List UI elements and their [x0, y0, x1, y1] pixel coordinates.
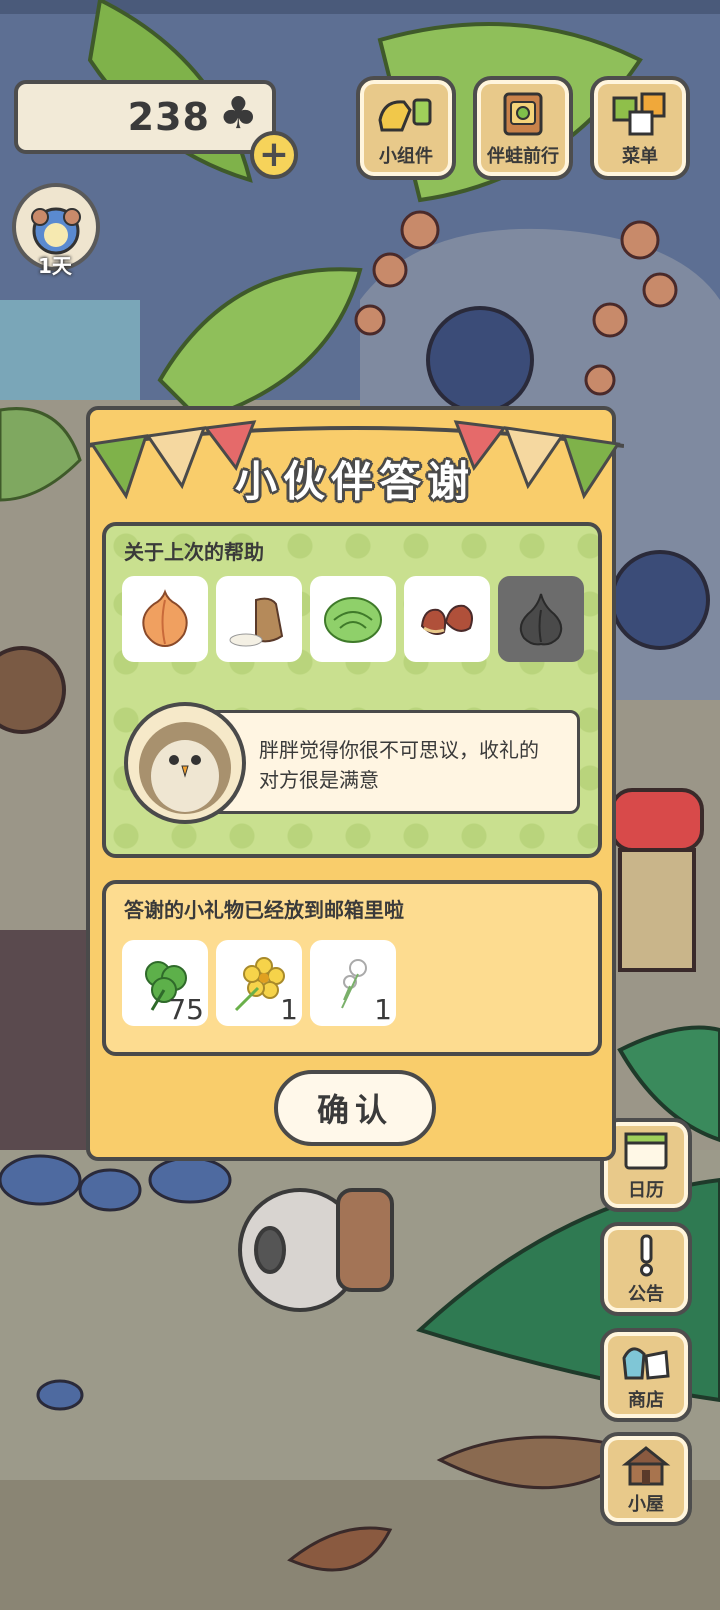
- shop-button[interactable]: 商店: [600, 1328, 692, 1422]
- rice-sack-icon: [229, 597, 284, 647]
- gift-item-clover[interactable]: 75: [122, 940, 208, 1026]
- widget-label: 小组件: [379, 146, 433, 167]
- frog-journey-button[interactable]: 伴蛙前行: [473, 76, 573, 180]
- widget-icon: [378, 98, 432, 132]
- shop-icon: [622, 1347, 670, 1380]
- house-icon: [621, 1446, 671, 1486]
- calendar-icon: [624, 1132, 668, 1170]
- help-item-garlic[interactable]: [498, 576, 584, 662]
- menu-label: 菜单: [622, 146, 658, 167]
- chestnut-icon: [420, 604, 473, 635]
- gift-panel: 答谢的小礼物已经放到邮箱里啦 75 1 1: [102, 880, 602, 1056]
- gift-item-yellow-flower[interactable]: 1: [216, 940, 302, 1026]
- owl-icon: [139, 722, 231, 814]
- clover-count: 238: [127, 95, 210, 139]
- gift-heading: 答谢的小礼物已经放到邮箱里啦: [124, 898, 404, 922]
- help-panel: 关于上次的帮助 胖胖觉得你很不可思议，收礼的 对方很是满意: [102, 522, 602, 858]
- shop-label: 商店: [628, 1390, 664, 1411]
- gift-row: 75 1 1: [122, 940, 396, 1026]
- widget-button[interactable]: 小组件: [356, 76, 456, 180]
- help-item-chestnut[interactable]: [404, 576, 490, 662]
- dialog-title: 小伙伴答谢: [234, 457, 475, 506]
- gift-qty-yellow-flower: 1: [280, 993, 298, 1026]
- speaker-portrait: [124, 702, 246, 824]
- thanks-dialog: 小伙伴答谢 关于上次的帮助 胖胖觉得你很不可思议，收礼的 对方很是满意 答谢的小…: [86, 406, 624, 1161]
- house-label: 小屋: [628, 1494, 664, 1515]
- calendar-label: 日历: [628, 1180, 664, 1201]
- notice-button[interactable]: 公告: [600, 1222, 692, 1316]
- notice-icon: [640, 1234, 653, 1277]
- notice-label: 公告: [628, 1284, 664, 1305]
- add-clover-button[interactable]: +: [250, 131, 298, 179]
- confirm-button[interactable]: 确认: [274, 1070, 436, 1146]
- help-item-row: [122, 576, 584, 662]
- gift-qty-clover: 75: [168, 993, 204, 1026]
- message-bubble: 胖胖觉得你很不可思议，收礼的 对方很是满意: [196, 710, 580, 814]
- frog-journey-label: 伴蛙前行: [487, 146, 559, 167]
- onion-icon: [142, 589, 188, 648]
- menu-icon: [612, 92, 666, 136]
- message-line-1: 胖胖觉得你很不可思议，收礼的: [259, 738, 539, 762]
- gift-item-dandelion[interactable]: 1: [310, 940, 396, 1026]
- frog-journey-icon: [503, 92, 543, 136]
- garlic-icon: [519, 593, 563, 646]
- help-item-rice-sack[interactable]: [216, 576, 302, 662]
- clover-balance-bar: 238 ♣: [14, 80, 276, 154]
- house-button[interactable]: 小屋: [600, 1432, 692, 1526]
- help-item-onion[interactable]: [122, 576, 208, 662]
- message-line-2: 对方很是满意: [259, 768, 379, 792]
- day-count-label: 1天: [38, 254, 72, 278]
- clover-icon: ♣: [218, 88, 258, 139]
- cabbage-icon: [324, 597, 382, 643]
- help-heading: 关于上次的帮助: [124, 540, 264, 564]
- help-item-cabbage[interactable]: [310, 576, 396, 662]
- menu-button[interactable]: 菜单: [590, 76, 690, 180]
- gift-qty-dandelion: 1: [374, 993, 392, 1026]
